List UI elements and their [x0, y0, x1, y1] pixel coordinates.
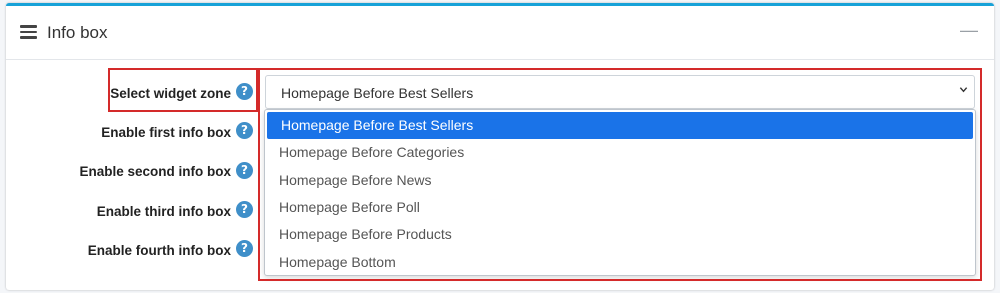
field-label-fourth-info-box: Enable fourth info box [87, 243, 231, 258]
help-icon[interactable]: ? [236, 240, 253, 257]
help-icon[interactable]: ? [236, 83, 253, 100]
select-highlight-box [258, 68, 982, 281]
field-label-second-info-box: Enable second info box [79, 164, 231, 179]
help-icon[interactable]: ? [236, 162, 253, 179]
help-icon[interactable]: ? [236, 122, 253, 139]
card-title: Info box [47, 23, 108, 42]
collapse-button[interactable]: — [960, 20, 978, 41]
help-icon[interactable]: ? [236, 201, 253, 218]
card-header: Info box — [6, 6, 994, 60]
menu-lines-icon [20, 25, 37, 39]
field-label-third-info-box: Enable third info box [96, 204, 231, 219]
field-label-first-info-box: Enable first info box [101, 125, 231, 140]
field-label-widget-zone: Select widget zone [110, 86, 231, 101]
